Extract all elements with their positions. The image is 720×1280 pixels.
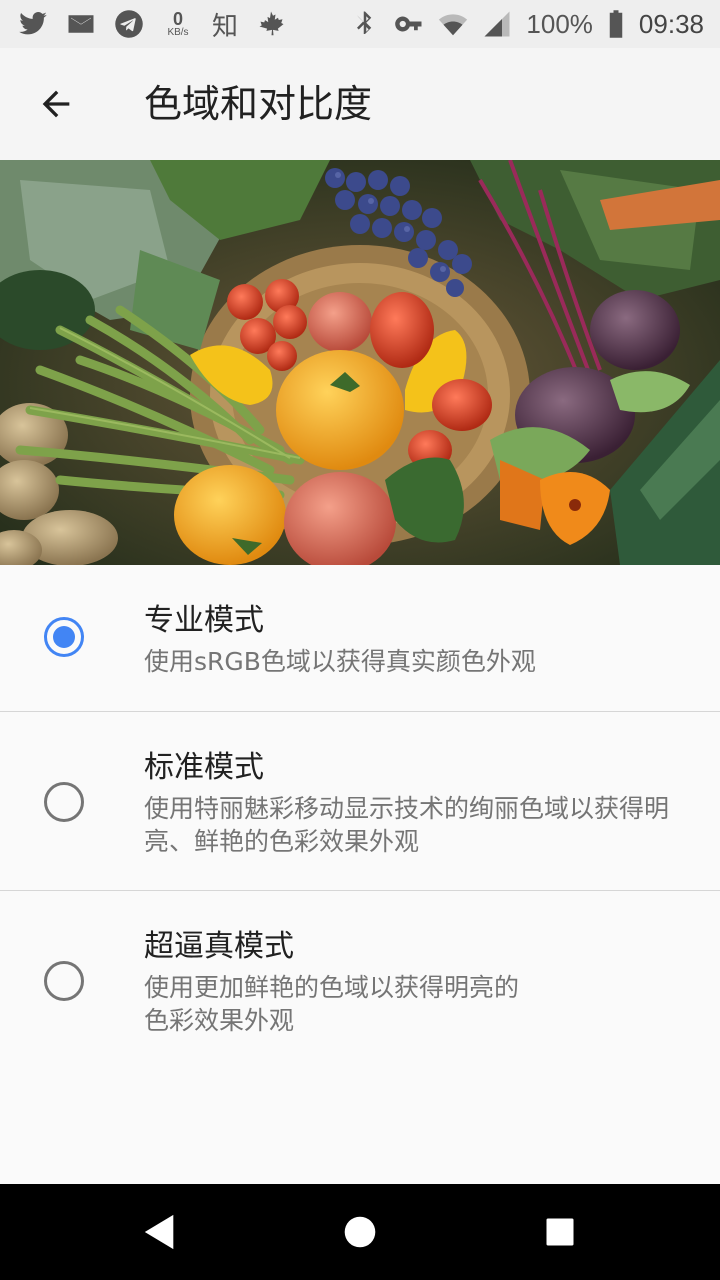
option-description: 使用特丽魅彩移动显示技术的绚丽色域以获得明亮、鲜艳的色彩效果外观	[144, 794, 670, 856]
vpn-key-icon	[394, 9, 424, 39]
cellular-signal-icon	[482, 9, 512, 39]
network-speed-indicator: 0 KB/s	[162, 10, 194, 38]
option-text: 专业模式 使用sRGB色域以获得真实颜色外观	[144, 601, 684, 678]
circle-home-icon	[344, 1216, 376, 1248]
option-description: 使用更加鲜艳的色域以获得明亮的 色彩效果外观	[144, 973, 520, 1035]
option-title: 专业模式	[144, 603, 264, 638]
radio-standard-mode[interactable]	[44, 782, 84, 822]
telegram-icon	[114, 9, 144, 39]
maple-leaf-icon	[256, 9, 286, 39]
radio-professional-mode[interactable]	[44, 617, 84, 657]
back-button[interactable]	[26, 74, 86, 134]
status-bar: 0 KB/s 知 100% 09:38	[0, 0, 720, 48]
nav-home-button[interactable]	[312, 1184, 408, 1280]
option-professional-mode[interactable]: 专业模式 使用sRGB色域以获得真实颜色外观	[0, 565, 720, 712]
app-bar: 色域和对比度	[0, 48, 720, 160]
zhihu-icon: 知	[212, 11, 239, 42]
triangle-back-icon	[144, 1214, 174, 1250]
vegetables-banner-image	[0, 160, 720, 565]
nav-back-button[interactable]	[112, 1184, 208, 1280]
battery-percent: 100%	[526, 8, 593, 39]
arrow-back-icon	[42, 90, 70, 118]
mail-icon	[66, 9, 96, 39]
twitter-icon	[18, 9, 48, 39]
wifi-icon	[438, 9, 468, 39]
option-standard-mode[interactable]: 标准模式 使用特丽魅彩移动显示技术的绚丽色域以获得明亮、鲜艳的色彩效果外观	[0, 712, 720, 891]
option-title: 标准模式	[144, 750, 264, 785]
page-title: 色域和对比度	[144, 82, 373, 126]
square-recents-icon	[546, 1218, 574, 1246]
option-text: 标准模式 使用特丽魅彩移动显示技术的绚丽色域以获得明亮、鲜艳的色彩效果外观	[144, 748, 684, 858]
option-title: 超逼真模式	[144, 929, 294, 964]
clock: 09:38	[638, 8, 704, 39]
battery-icon	[607, 9, 625, 39]
color-mode-options: 专业模式 使用sRGB色域以获得真实颜色外观 标准模式 使用特丽魅彩移动显示技术…	[0, 565, 720, 1070]
nav-recents-button[interactable]	[512, 1184, 608, 1280]
option-super-vivid-mode[interactable]: 超逼真模式 使用更加鲜艳的色域以获得明亮的 色彩效果外观	[0, 891, 720, 1070]
option-description: 使用sRGB色域以获得真实颜色外观	[144, 647, 536, 676]
radio-super-vivid-mode[interactable]	[44, 961, 84, 1001]
network-speed-value: 0	[172, 9, 183, 29]
network-speed-unit: KB/s	[167, 27, 189, 38]
option-text: 超逼真模式 使用更加鲜艳的色域以获得明亮的 色彩效果外观	[144, 927, 684, 1037]
bluetooth-icon	[350, 9, 380, 39]
navigation-bar	[0, 1184, 720, 1280]
